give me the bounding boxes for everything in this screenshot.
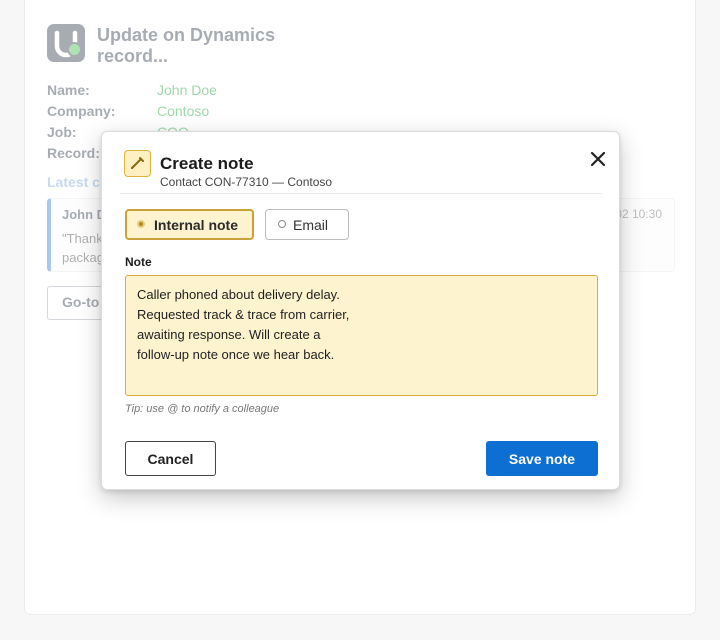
internal-note-label: Internal note — [154, 217, 239, 233]
email-label: Email — [293, 217, 329, 233]
modal-subtitle: Contact CON-77310 — Contoso — [160, 175, 333, 189]
note-textarea[interactable]: Caller phoned about delivery delay. Requ… — [125, 275, 598, 396]
entry-timestamp: 02 10:30 — [615, 207, 662, 221]
online-status-dot — [67, 42, 82, 57]
note-field-label: Note — [125, 255, 152, 269]
internal-note-option[interactable]: Internal note — [125, 209, 254, 240]
name-value: John Doe — [157, 82, 217, 98]
record-label: Record: — [47, 145, 100, 161]
radio-icon — [278, 220, 286, 228]
create-note-modal: Create note Contact CON-77310 — Contoso … — [101, 131, 620, 490]
email-option[interactable]: Email — [265, 209, 349, 240]
panel-title: Update on Dynamics record... — [97, 25, 276, 66]
modal-divider — [120, 193, 602, 194]
modal-title: Create note — [160, 154, 254, 173]
entry-author: John D — [62, 207, 107, 222]
radio-selected-icon — [137, 220, 145, 228]
app-logo-icon — [47, 24, 85, 62]
name-label: Name: — [47, 82, 90, 98]
latest-section-title: Latest c — [47, 174, 100, 190]
mention-tip: Tip: use @ to notify a colleague — [125, 403, 280, 415]
company-value: Contoso — [157, 103, 210, 119]
save-note-button[interactable]: Save note — [486, 441, 598, 476]
close-icon[interactable] — [588, 149, 608, 169]
pencil-icon — [124, 150, 151, 177]
cancel-button[interactable]: Cancel — [125, 441, 216, 476]
job-label: Job: — [47, 124, 77, 140]
company-label: Company: — [47, 103, 116, 119]
